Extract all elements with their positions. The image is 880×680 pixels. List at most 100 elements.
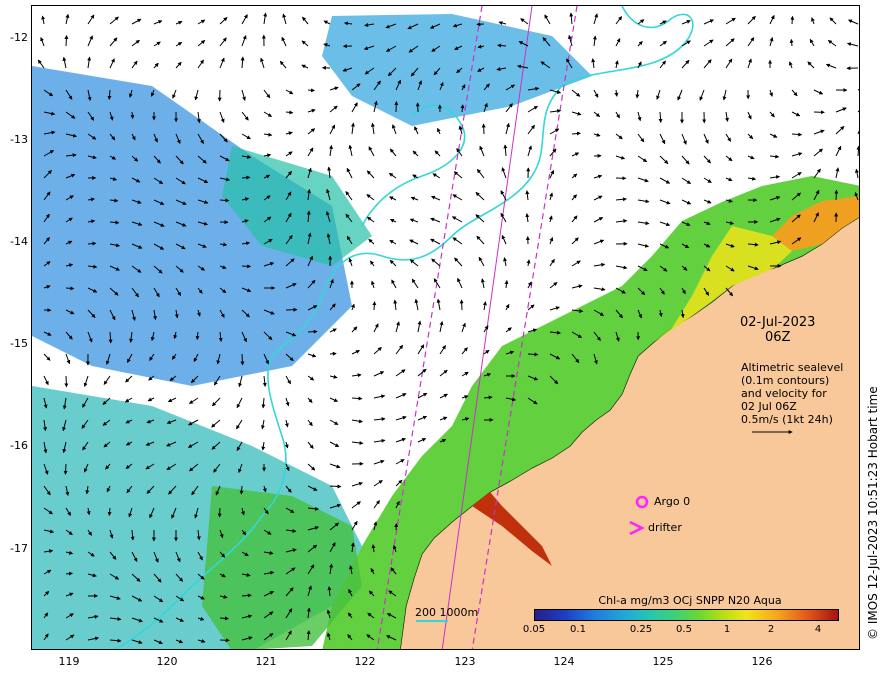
velocity-arrow-icon bbox=[263, 89, 271, 99]
velocity-arrow-icon bbox=[388, 172, 397, 179]
lat-tick: -16 bbox=[10, 439, 28, 452]
velocity-arrow-icon bbox=[373, 323, 379, 333]
lon-tick: 125 bbox=[652, 655, 674, 668]
velocity-arrow-icon bbox=[457, 277, 463, 289]
velocity-arrow-icon bbox=[87, 14, 95, 25]
velocity-arrow-icon bbox=[261, 441, 266, 451]
velocity-arrow-icon bbox=[637, 243, 650, 248]
velocity-arrow-icon bbox=[103, 375, 111, 385]
velocity-arrow-icon bbox=[747, 58, 752, 69]
velocity-arrow-icon bbox=[389, 239, 397, 245]
time-line: 06Z bbox=[764, 330, 791, 345]
velocity-arrow-icon bbox=[769, 133, 778, 138]
velocity-arrow-icon bbox=[366, 194, 375, 201]
lon-tick: 119 bbox=[58, 655, 80, 668]
velocity-arrow-icon bbox=[527, 145, 533, 157]
velocity-arrow-icon bbox=[439, 393, 448, 399]
argo-label: Argo 0 bbox=[654, 495, 691, 508]
velocity-arrow-icon bbox=[527, 124, 535, 135]
map-canvas bbox=[32, 6, 859, 649]
velocity-arrow-icon bbox=[549, 169, 555, 179]
velocity-arrow-icon bbox=[219, 17, 228, 25]
velocity-arrow-icon bbox=[282, 13, 287, 25]
velocity-arrow-icon bbox=[395, 437, 407, 443]
velocity-arrow-icon bbox=[373, 371, 385, 377]
velocity-arrow-icon bbox=[615, 197, 627, 202]
velocity-arrow-icon bbox=[395, 415, 407, 421]
velocity-arrow-icon bbox=[285, 110, 294, 115]
velocity-arrow-icon bbox=[856, 145, 859, 157]
velocity-arrow-icon bbox=[483, 349, 490, 355]
velocity-arrow-icon bbox=[307, 353, 317, 358]
colorbar-tick: 1 bbox=[723, 624, 731, 635]
velocity-arrow-icon bbox=[350, 122, 355, 135]
velocity-arrow-icon bbox=[124, 397, 133, 403]
velocity-arrow-icon bbox=[211, 419, 221, 428]
velocity-arrow-icon bbox=[459, 299, 464, 311]
velocity-arrow-icon bbox=[188, 397, 199, 404]
velocity-arrow-icon bbox=[725, 58, 733, 69]
velocity-arrow-icon bbox=[211, 397, 221, 407]
velocity-arrow-icon bbox=[131, 39, 140, 47]
velocity-arrow-icon bbox=[769, 175, 781, 180]
velocity-arrow-icon bbox=[725, 17, 736, 25]
velocity-arrow-icon bbox=[475, 191, 485, 201]
velocity-arrow-icon bbox=[219, 57, 225, 69]
velocity-arrow-icon bbox=[549, 282, 558, 289]
velocity-arrow-icon bbox=[351, 520, 358, 531]
velocity-arrow-icon bbox=[593, 13, 599, 25]
velocity-arrow-icon bbox=[835, 167, 840, 179]
lat-tick: -13 bbox=[10, 133, 28, 146]
velocity-arrow-icon bbox=[301, 40, 309, 47]
velocity-arrow-icon bbox=[571, 260, 581, 267]
velocity-arrow-icon bbox=[63, 463, 68, 475]
velocity-arrow-icon bbox=[498, 21, 507, 25]
velocity-arrow-icon bbox=[479, 145, 485, 157]
velocity-arrow-icon bbox=[593, 239, 605, 245]
velocity-arrow-icon bbox=[219, 198, 230, 203]
velocity-arrow-icon bbox=[846, 42, 859, 47]
velocity-arrow-icon bbox=[241, 175, 251, 180]
velocity-arrow-icon bbox=[65, 286, 75, 291]
velocity-arrow-icon bbox=[417, 320, 422, 333]
velocity-arrow-icon bbox=[329, 328, 337, 333]
velocity-arrow-icon bbox=[370, 260, 375, 267]
velocity-arrow-icon bbox=[351, 326, 358, 333]
velocity-arrow-icon bbox=[857, 123, 859, 135]
velocity-arrow-icon bbox=[412, 174, 419, 179]
velocity-arrow-icon bbox=[87, 56, 92, 69]
colorbar-tick: 0.25 bbox=[629, 624, 653, 635]
velocity-arrow-icon bbox=[615, 155, 626, 160]
velocity-arrow-icon bbox=[571, 152, 580, 157]
lon-tick: 124 bbox=[553, 655, 575, 668]
velocity-arrow-icon bbox=[452, 194, 463, 201]
velocity-arrow-icon bbox=[505, 303, 510, 311]
annotation-line: and velocity for bbox=[741, 387, 827, 400]
velocity-arrow-icon bbox=[501, 167, 507, 179]
velocity-arrow-icon bbox=[284, 441, 289, 449]
velocity-arrow-icon bbox=[681, 133, 687, 145]
velocity-arrow-icon bbox=[329, 419, 339, 426]
velocity-arrow-icon bbox=[725, 38, 735, 47]
velocity-arrow-icon bbox=[659, 40, 667, 47]
lon-tick: 120 bbox=[156, 655, 178, 668]
velocity-arrow-icon bbox=[791, 89, 798, 97]
lon-tick: 122 bbox=[354, 655, 376, 668]
velocity-arrow-icon bbox=[593, 262, 606, 267]
velocity-arrow-icon bbox=[65, 13, 70, 25]
velocity-arrow-icon bbox=[593, 195, 603, 201]
velocity-arrow-icon bbox=[659, 177, 671, 184]
velocity-arrow-icon bbox=[571, 89, 581, 97]
velocity-arrow-icon bbox=[593, 287, 606, 292]
velocity-arrow-icon bbox=[526, 259, 531, 267]
velocity-arrow-icon bbox=[747, 176, 757, 181]
velocity-arrow-icon bbox=[432, 173, 441, 179]
velocity-arrow-icon bbox=[329, 351, 337, 356]
velocity-arrow-icon bbox=[430, 195, 441, 201]
velocity-arrow-icon bbox=[329, 441, 340, 448]
velocity-arrow-icon bbox=[501, 234, 507, 245]
velocity-arrow-icon bbox=[811, 17, 815, 25]
velocity-arrow-icon bbox=[681, 59, 690, 69]
velocity-arrow-icon bbox=[439, 345, 446, 355]
velocity-arrow-icon bbox=[236, 397, 243, 409]
